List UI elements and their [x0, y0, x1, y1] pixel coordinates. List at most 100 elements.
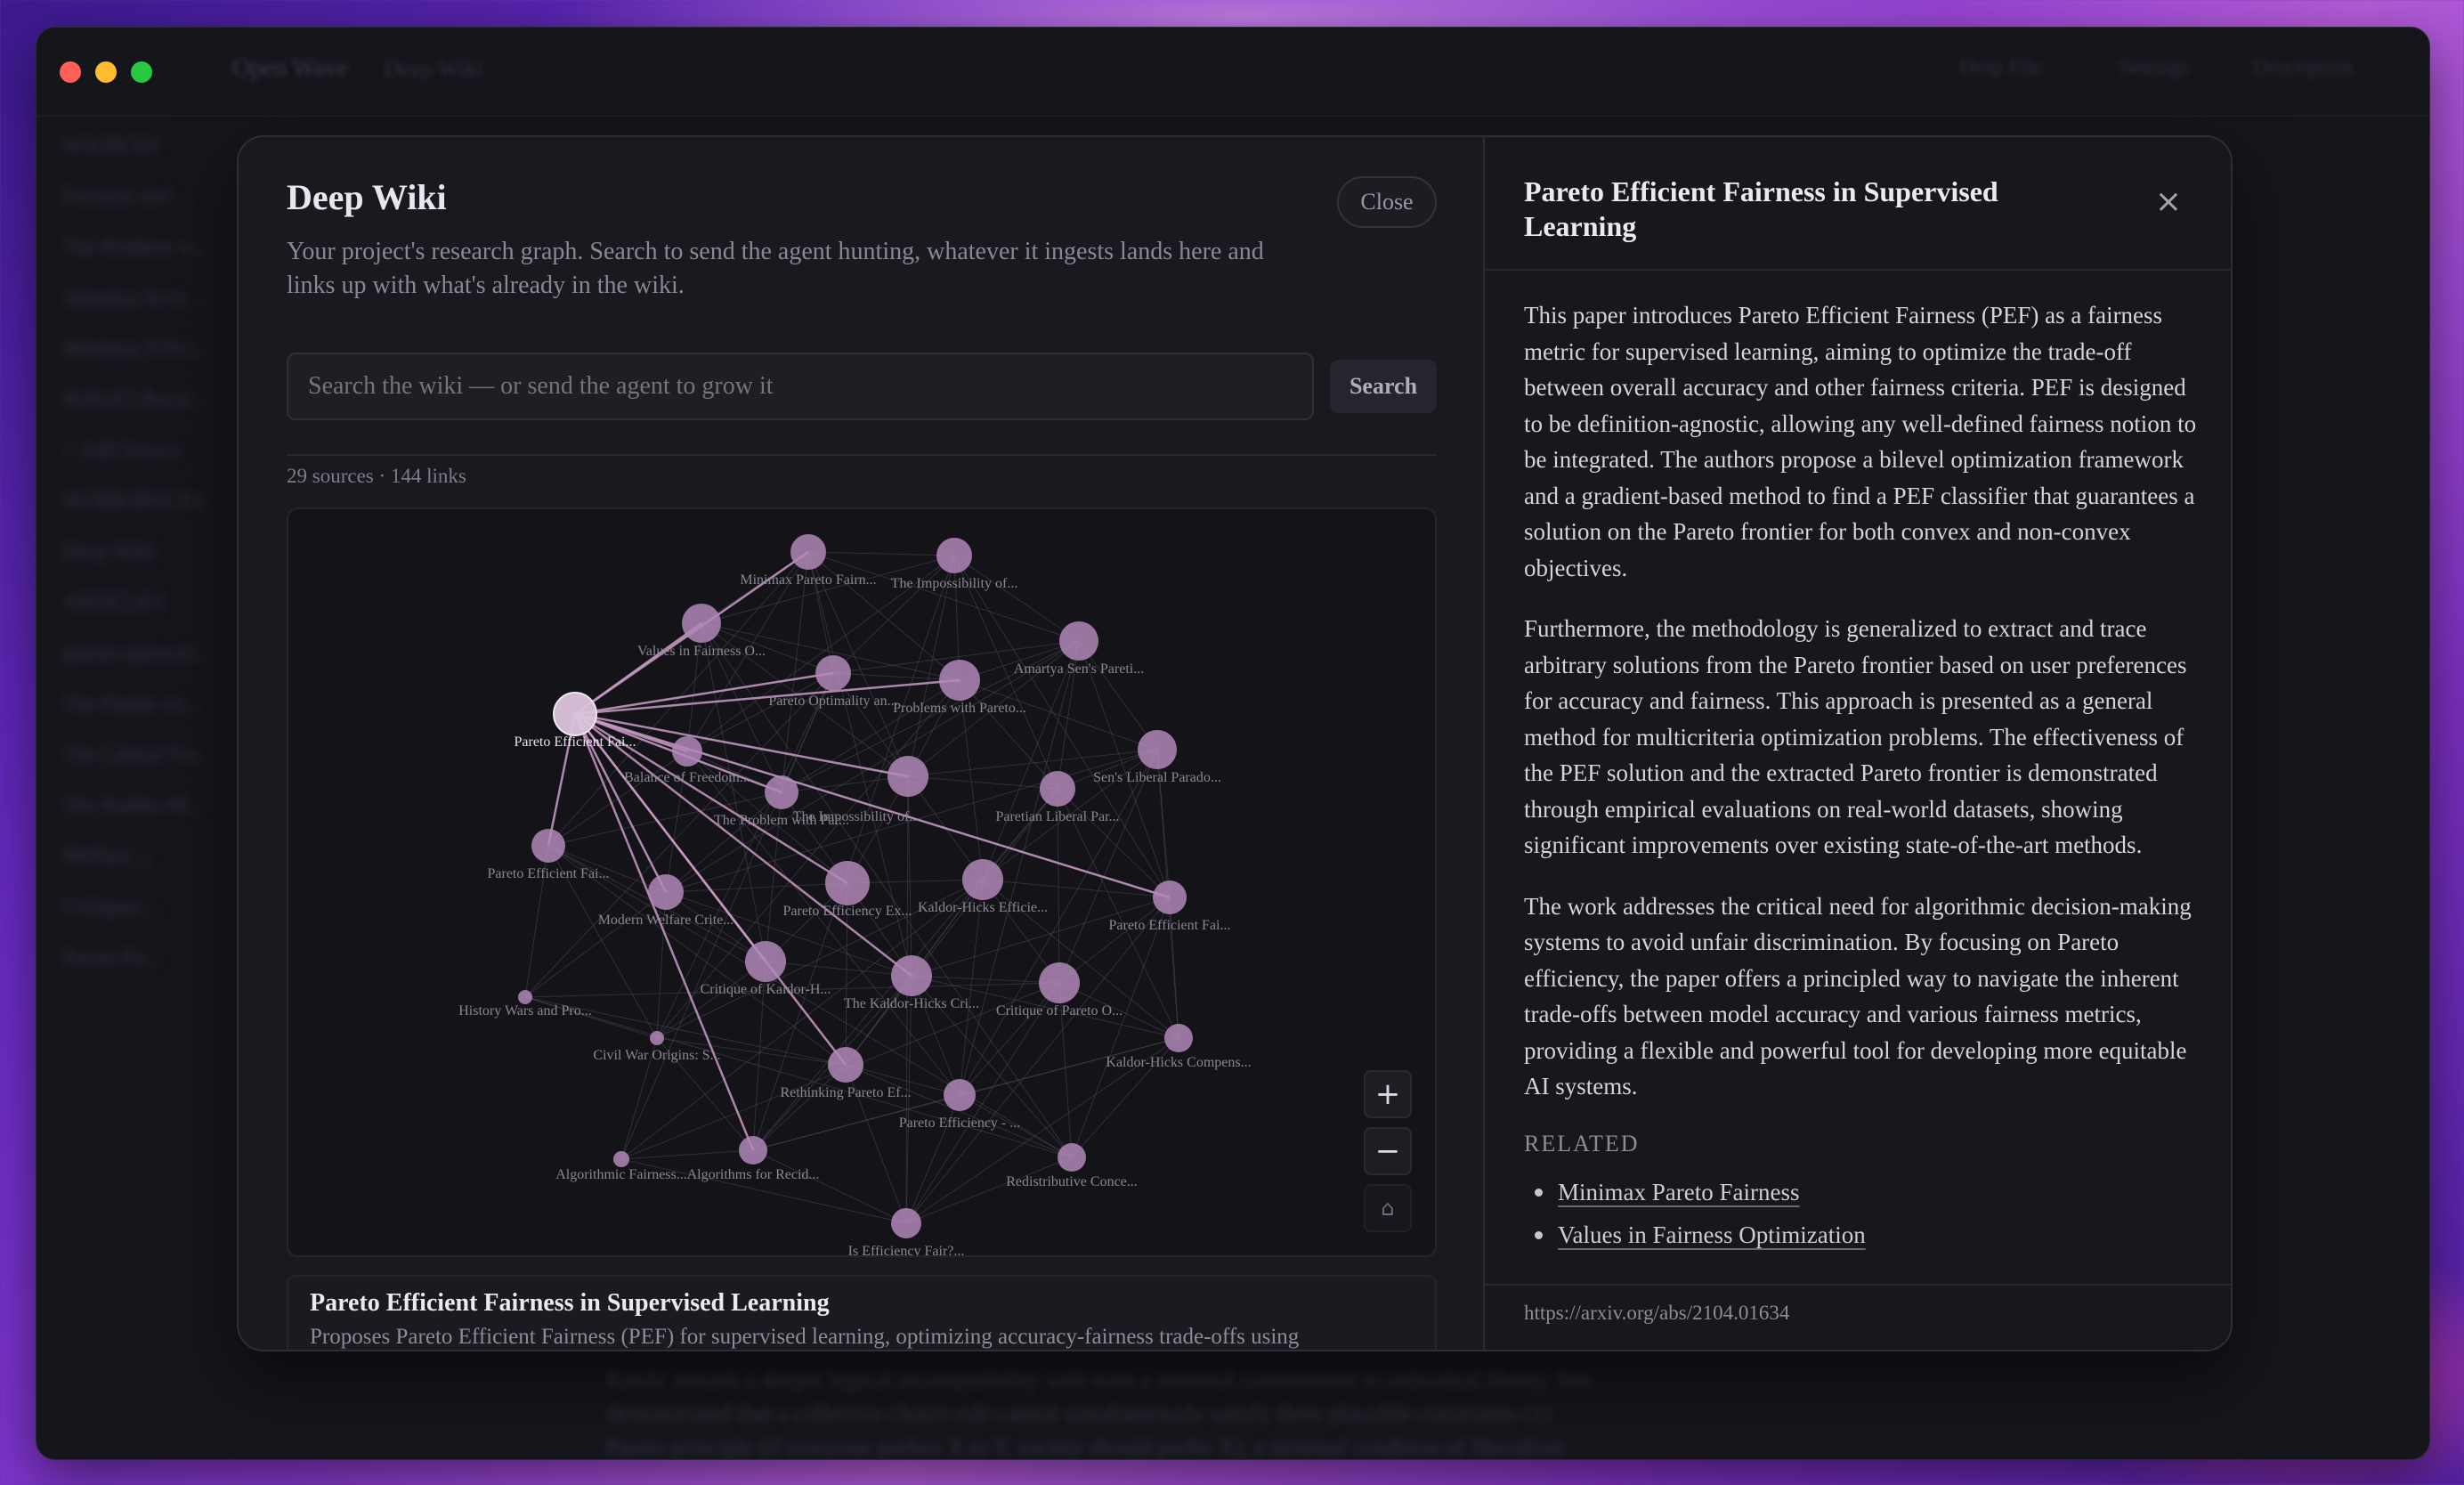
- graph-node[interactable]: [1059, 621, 1098, 661]
- divider: [1485, 269, 2231, 271]
- window-close-button[interactable]: [60, 61, 81, 83]
- graph-canvas[interactable]: Minimax Pareto Fairn... The Impossibility…: [288, 509, 1437, 1257]
- graph-node[interactable]: [888, 756, 928, 797]
- modal-description: Your project's research graph. Search to…: [287, 238, 1264, 299]
- graph-node-label: Critique of Pareto O...: [996, 1003, 1123, 1018]
- selected-source-card[interactable]: Pareto Efficient Fairness in Supervised …: [287, 1275, 1437, 1350]
- graph-node[interactable]: [891, 955, 932, 996]
- app-title: Open Wave: [232, 54, 349, 82]
- background-text-line: Rawls' remark a deeper logical incompati…: [606, 1367, 1593, 1392]
- reset-view-icon[interactable]: ⌂: [1364, 1184, 1412, 1232]
- graph-node-label: The Impossibility of...: [793, 809, 920, 824]
- window-zoom-button[interactable]: [131, 61, 152, 83]
- search-button[interactable]: Search: [1330, 360, 1437, 413]
- graph-node-label: Redistributive Conce...: [1006, 1174, 1138, 1189]
- graph-edge: [524, 996, 1073, 1158]
- graph-node-label: The Kaldor-Hicks Cri...: [844, 996, 979, 1011]
- graph-node-label: Rethinking Pareto Ef...: [780, 1085, 911, 1100]
- graph-node-label: Pareto Optimality an...: [768, 694, 897, 709]
- graph-node[interactable]: [1138, 730, 1177, 769]
- background-text-line: demonstrated that a collective choice ru…: [606, 1400, 1552, 1426]
- graph-node-label: Critique of Kaldor-H...: [701, 982, 831, 997]
- close-icon[interactable]: ×: [2151, 183, 2186, 220]
- graph-node[interactable]: [891, 1208, 921, 1238]
- research-graph[interactable]: Minimax Pareto Fairn... The Impossibility…: [287, 507, 1437, 1257]
- graph-node-label: Pareto Efficiency - ...: [899, 1116, 1021, 1131]
- related-heading: RELATED: [1524, 1130, 1640, 1156]
- graph-edge: [911, 975, 1060, 984]
- graph-node[interactable]: [1039, 962, 1080, 1003]
- graph-node[interactable]: [613, 1151, 629, 1167]
- related-link[interactable]: Values in Fairness Optimization: [1558, 1221, 1866, 1248]
- detail-footer: https://arxiv.org/abs/2104.01634: [1485, 1284, 2231, 1350]
- graph-node[interactable]: [1153, 880, 1187, 914]
- graph-node[interactable]: [518, 990, 532, 1004]
- graph-edge: [752, 1149, 907, 1224]
- graph-node-label: History Wars and Pro...: [458, 1003, 592, 1018]
- graph-node-label: Civil War Origins: S...: [593, 1048, 720, 1063]
- card-title: Pareto Efficient Fairness in Supervised …: [310, 1289, 830, 1317]
- graph-node[interactable]: [944, 1079, 976, 1111]
- source-url-link[interactable]: https://arxiv.org/abs/2104.01634: [1524, 1302, 1789, 1325]
- graph-node-label: Values in Fairness O...: [637, 644, 766, 659]
- window-minimize-button[interactable]: [95, 61, 117, 83]
- graph-node-label: Pareto Efficiency Ex...: [783, 904, 912, 919]
- graph-node[interactable]: [745, 941, 786, 982]
- graph-edge: [701, 622, 766, 962]
- background-text-line: Pareto principle (if everyone prefers X …: [606, 1434, 1564, 1460]
- graph-node-label: Amartya Sen's Pareti...: [1014, 661, 1144, 677]
- divider: [287, 454, 1437, 456]
- graph-node[interactable]: [962, 859, 1003, 900]
- graph-node[interactable]: [939, 660, 980, 701]
- graph-node-label: Paretian Liberal Par...: [995, 809, 1119, 824]
- close-button[interactable]: Close: [1337, 176, 1437, 228]
- graph-node[interactable]: [815, 655, 851, 691]
- nav-drop-file[interactable]: Drop File: [1959, 56, 2042, 80]
- graph-node-label: Pareto Efficient Fai...: [515, 734, 636, 750]
- graph-node-label: Problems with Pareto...: [893, 701, 1026, 716]
- graph-node[interactable]: [531, 829, 565, 863]
- graph-edge: [807, 551, 955, 556]
- detail-title: Pareto Efficient Fairness in Supervised …: [1524, 175, 1998, 242]
- graph-node[interactable]: [825, 861, 870, 905]
- graph-edge: [907, 775, 912, 977]
- detail-paragraph: The work addresses the critical need for…: [1524, 892, 2192, 1100]
- graph-node[interactable]: [1164, 1024, 1193, 1052]
- graph-node[interactable]: [765, 775, 798, 809]
- graph-node[interactable]: [672, 736, 702, 767]
- zoom-out-button[interactable]: −: [1364, 1127, 1412, 1175]
- card-description: Proposes Pareto Efficient Fairness (PEF)…: [310, 1325, 1300, 1349]
- graph-node[interactable]: [1058, 1143, 1086, 1172]
- graph-node-label: Sen's Liberal Parado...: [1093, 770, 1221, 785]
- graph-node-label: Algorithmic Fairness...: [555, 1167, 687, 1182]
- graph-node-selected[interactable]: [553, 692, 597, 736]
- graph-node-label: Balance of Freedom...: [624, 770, 750, 785]
- detail-paragraph: Furthermore, the methodology is generali…: [1524, 615, 2187, 858]
- graph-stats: 29 sources · 144 links: [287, 465, 466, 487]
- graph-edge: [524, 891, 667, 998]
- graph-node[interactable]: [1040, 771, 1075, 807]
- detail-pane: Pareto Efficient Fairness in Supervised …: [1483, 137, 2231, 1350]
- graph-node-label: Pareto Efficient Fai...: [1109, 918, 1231, 933]
- graph-edge: [1057, 788, 1179, 1039]
- related-link[interactable]: Minimax Pareto Fairness: [1558, 1179, 1799, 1205]
- graph-edge: [905, 1094, 960, 1224]
- graph-node[interactable]: [739, 1136, 767, 1164]
- graph-edge: [1078, 640, 1158, 751]
- graph-node-label: Modern Welfare Crite...: [598, 913, 734, 928]
- nav-description[interactable]: Description: [2253, 56, 2353, 80]
- graph-node-label: The Impossibility of...: [891, 576, 1018, 591]
- detail-body: This paper introduces Pareto Efficient F…: [1524, 297, 2206, 1256]
- graph-node[interactable]: [790, 534, 826, 570]
- graph-node[interactable]: [936, 538, 972, 573]
- wiki-search-input[interactable]: [287, 353, 1314, 420]
- graph-node[interactable]: [828, 1047, 863, 1083]
- zoom-in-button[interactable]: +: [1364, 1070, 1412, 1118]
- graph-node-label: Minimax Pareto Fairn...: [740, 572, 876, 588]
- graph-node[interactable]: [682, 604, 721, 643]
- graph-node-label: Pareto Efficient Fai...: [488, 866, 610, 881]
- graph-node[interactable]: [650, 1031, 664, 1045]
- nav-settings[interactable]: Settings: [2120, 56, 2188, 80]
- graph-node[interactable]: [648, 874, 684, 910]
- graph-edge: [907, 775, 1058, 790]
